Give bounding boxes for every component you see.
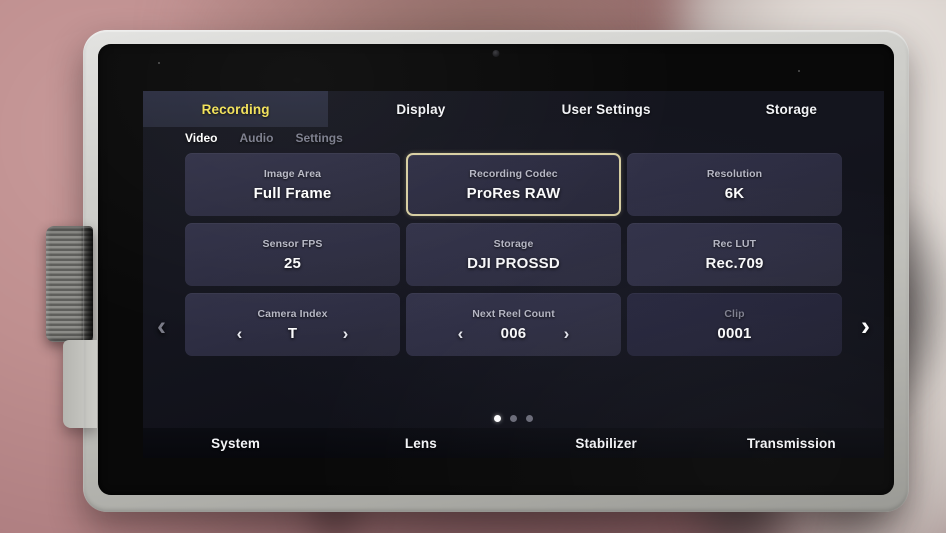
camera-index-stepper: ‹ T › xyxy=(185,325,400,342)
card-value: Full Frame xyxy=(253,184,332,202)
setting-card-image-area[interactable]: Image Area Full Frame xyxy=(185,153,400,216)
card-label: Next Reel Count xyxy=(472,307,555,320)
monitor-screen: Recording Display User Settings Storage … xyxy=(98,44,894,495)
card-label: Clip xyxy=(724,307,745,320)
card-label: Image Area xyxy=(263,167,322,180)
chevron-right-icon[interactable]: › xyxy=(550,325,584,342)
tab-user-settings-label: User Settings xyxy=(561,101,651,117)
chevron-left-icon[interactable]: ‹ xyxy=(444,325,478,342)
card-value: T xyxy=(287,324,298,342)
tab-recording[interactable]: Recording xyxy=(143,91,329,127)
setting-card-recording-codec[interactable]: Recording Codec ProRes RAW xyxy=(406,153,621,216)
settings-panel: Recording Display User Settings Storage … xyxy=(143,91,884,458)
page-indicator xyxy=(143,415,884,422)
monitor-side-knob[interactable] xyxy=(46,226,93,342)
camera-monitor-device: Recording Display User Settings Storage … xyxy=(46,30,909,512)
setting-card-rec-lut[interactable]: Rec LUT Rec.709 xyxy=(627,223,842,286)
screen-speck xyxy=(158,62,160,64)
tab-user-settings[interactable]: User Settings xyxy=(514,91,699,127)
card-value: ProRes RAW xyxy=(466,184,561,202)
subtab-settings[interactable]: Settings xyxy=(295,131,342,145)
tab-display[interactable]: Display xyxy=(328,91,513,127)
settings-card-grid: Image Area Full Frame Recording Codec Pr… xyxy=(185,153,842,356)
setting-card-next-reel-count[interactable]: Next Reel Count ‹ 006 › xyxy=(406,293,621,356)
card-value: 6K xyxy=(724,184,745,202)
bottom-nav-lens[interactable]: Lens xyxy=(328,436,513,451)
bottom-nav-stabilizer[interactable]: Stabilizer xyxy=(514,436,699,451)
page-dot-3[interactable] xyxy=(526,415,533,422)
tab-recording-label: Recording xyxy=(201,101,270,117)
card-value: Rec.709 xyxy=(705,254,764,272)
page-dot-2[interactable] xyxy=(510,415,517,422)
setting-card-resolution[interactable]: Resolution 6K xyxy=(627,153,842,216)
tab-display-label: Display xyxy=(396,101,446,117)
chevron-right-icon[interactable]: › xyxy=(329,325,363,342)
monitor-mounting-bracket xyxy=(63,340,97,428)
subtab-audio[interactable]: Audio xyxy=(239,131,273,145)
card-value: DJI PROSSD xyxy=(467,254,560,272)
setting-card-clip: Clip 0001 xyxy=(627,293,842,356)
screen-speck xyxy=(798,70,800,72)
card-label: Sensor FPS xyxy=(262,237,323,250)
setting-card-camera-index[interactable]: Camera Index ‹ T › xyxy=(185,293,400,356)
card-label: Resolution xyxy=(706,167,763,180)
page-prev-chevron-icon[interactable]: ‹ xyxy=(157,313,166,340)
bottom-nav-transmission[interactable]: Transmission xyxy=(699,436,884,451)
card-label: Camera Index xyxy=(257,307,328,320)
subtab-video[interactable]: Video xyxy=(185,131,217,145)
card-value: 006 xyxy=(500,324,527,342)
page-dot-1[interactable] xyxy=(494,415,501,422)
tab-storage-label: Storage xyxy=(765,101,818,117)
card-value: 25 xyxy=(283,254,302,272)
primary-tab-bar: Recording Display User Settings Storage xyxy=(143,91,884,127)
setting-card-sensor-fps[interactable]: Sensor FPS 25 xyxy=(185,223,400,286)
page-next-chevron-icon[interactable]: › xyxy=(861,313,870,340)
card-label: Recording Codec xyxy=(469,167,558,180)
card-label: Rec LUT xyxy=(712,237,757,250)
bottom-nav-system[interactable]: System xyxy=(143,436,328,451)
next-reel-count-stepper: ‹ 006 › xyxy=(406,325,621,342)
chevron-left-icon[interactable]: ‹ xyxy=(223,325,257,342)
front-camera-dot xyxy=(492,50,500,57)
secondary-tab-bar: Video Audio Settings xyxy=(185,131,343,145)
card-label: Storage xyxy=(493,237,534,250)
card-value: 0001 xyxy=(717,324,752,342)
bottom-nav-bar: System Lens Stabilizer Transmission xyxy=(143,428,884,458)
tab-storage[interactable]: Storage xyxy=(699,91,884,127)
setting-card-storage[interactable]: Storage DJI PROSSD xyxy=(406,223,621,286)
